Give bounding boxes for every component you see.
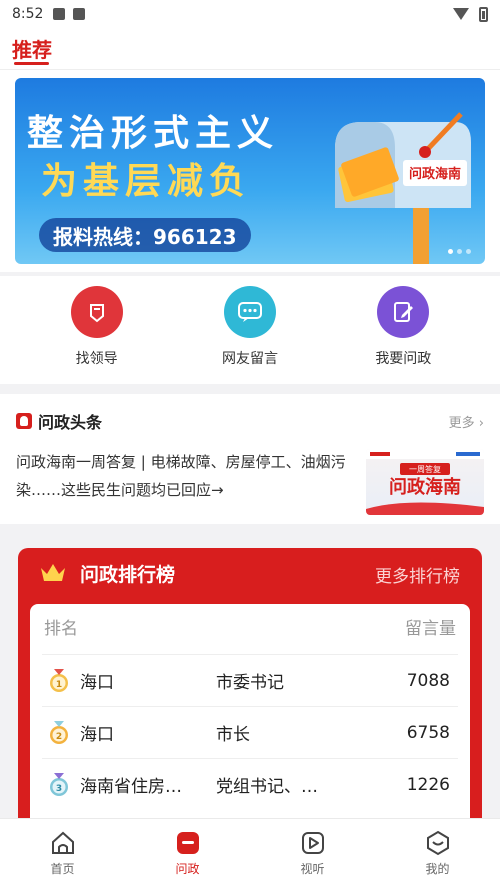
row-count: 6758 <box>406 722 450 743</box>
chat-icon <box>223 286 276 338</box>
row-name: 海口 <box>80 673 114 693</box>
battery-icon <box>479 6 488 22</box>
svg-text:1: 1 <box>56 680 62 690</box>
mailbox-illustration: 问政海南 <box>335 112 471 264</box>
nav-video-label: 视听 <box>300 862 325 876</box>
leader-icon <box>70 286 123 338</box>
nav-wenzheng-label: 问政 <box>175 862 200 876</box>
ranking-table: 排名 留言量 1 海口 市委书记 7088 2 海口 市长 6758 3 海南省… <box>30 604 470 844</box>
crown-icon <box>41 564 65 581</box>
nav-home[interactable]: 首页 <box>0 819 125 888</box>
banner-hotline: 报料热线：966123 <box>39 218 251 252</box>
carousel-dot-active <box>448 249 453 254</box>
profile-icon <box>426 830 449 856</box>
ranking-row[interactable]: 1 海口 市委书记 7088 <box>42 654 458 706</box>
quick-actions: 找领导 网友留言 我要问政 <box>0 276 500 384</box>
nav-profile[interactable]: 我的 <box>375 819 500 888</box>
row-name: 海口 <box>80 725 114 745</box>
edit-icon <box>377 286 430 338</box>
ranking-title: 问政排行榜 <box>80 564 176 586</box>
carousel-dot <box>466 249 471 254</box>
row-title: 市委书记 <box>216 673 284 693</box>
row-count: 7088 <box>406 670 450 691</box>
headline-title-text: 问政头条 <box>38 413 103 432</box>
status-bar: 8:52 <box>0 0 500 28</box>
banner-headline: 整治形式主义 <box>27 112 280 154</box>
row-count: 1226 <box>406 774 450 795</box>
gold-medal-icon: 1 <box>50 668 68 692</box>
row-name: 海南省住房… <box>80 777 182 797</box>
banner-subheadline: 为基层减负 <box>41 160 252 202</box>
nav-video[interactable]: 视听 <box>250 819 375 888</box>
header-message-count: 留言量 <box>405 619 456 639</box>
tab-recommend[interactable]: 推荐 <box>12 34 52 63</box>
header-rank: 排名 <box>44 619 78 639</box>
svg-text:3: 3 <box>56 784 62 794</box>
bottom-nav: 首页 问政 视听 我的 <box>0 818 500 888</box>
tab-indicator <box>14 62 49 65</box>
top-tab-bar: 推荐 <box>0 28 500 70</box>
status-time: 8:52 <box>12 6 44 22</box>
app-notification-icon <box>73 8 86 20</box>
thumbnail-tag: 一周答复 <box>409 464 441 474</box>
nav-home-label: 首页 <box>50 862 75 876</box>
image-notification-icon <box>53 8 66 20</box>
banner-carousel[interactable]: 整治形式主义 为基层减负 报料热线：966123 问政海南 <box>15 78 485 264</box>
nav-wenzheng[interactable]: 问政 <box>125 819 250 888</box>
carousel-dot <box>457 249 462 254</box>
more-rankings-link[interactable]: 更多排行榜 <box>375 562 460 587</box>
mailbox-logo: 问政海南 <box>409 166 461 182</box>
play-icon <box>301 832 324 854</box>
ask-government-label: 我要问政 <box>375 351 432 367</box>
carousel-dots <box>448 249 471 254</box>
netizen-message-label: 网友留言 <box>221 351 278 367</box>
silver-medal-icon: 2 <box>50 720 68 744</box>
wifi-icon <box>453 8 469 20</box>
find-leader-button[interactable]: 找领导 <box>42 276 152 384</box>
headline-section: 问政头条 更多 › 问政海南一周答复 | 电梯故障、房屋停工、油烟污染……这些民… <box>0 394 500 524</box>
ranking-header: 排名 留言量 <box>44 614 456 644</box>
home-icon <box>51 831 74 854</box>
bronze-medal-icon: 3 <box>50 772 68 796</box>
flame-icon <box>16 413 32 429</box>
headline-thumbnail[interactable]: 一周答复 问政海南 <box>366 449 484 515</box>
ranking-row[interactable]: 2 海口 市长 6758 <box>42 706 458 758</box>
netizen-message-button[interactable]: 网友留言 <box>195 276 305 384</box>
thumbnail-title: 问政海南 <box>389 476 461 498</box>
banner-section: 整治形式主义 为基层减负 报料热线：966123 问政海南 <box>0 70 500 272</box>
row-title: 党组书记、… <box>216 777 318 797</box>
headline-more-link[interactable]: 更多 › <box>449 412 484 431</box>
svg-text:2: 2 <box>56 732 62 742</box>
find-leader-label: 找领导 <box>75 351 118 367</box>
headline-section-title: 问政头条 <box>16 409 102 433</box>
wenzheng-icon <box>176 832 199 854</box>
ask-government-button[interactable]: 我要问政 <box>348 276 458 384</box>
ranking-row[interactable]: 3 海南省住房… 党组书记、… 1226 <box>42 758 458 810</box>
headline-article-title[interactable]: 问政海南一周答复 | 电梯故障、房屋停工、油烟污染……这些民生问题均已回应→ <box>16 448 351 504</box>
nav-profile-label: 我的 <box>425 862 450 876</box>
row-title: 市长 <box>216 725 250 745</box>
ranking-card: 问政排行榜 更多排行榜 排名 留言量 1 海口 市委书记 7088 2 海口 市… <box>18 548 482 844</box>
